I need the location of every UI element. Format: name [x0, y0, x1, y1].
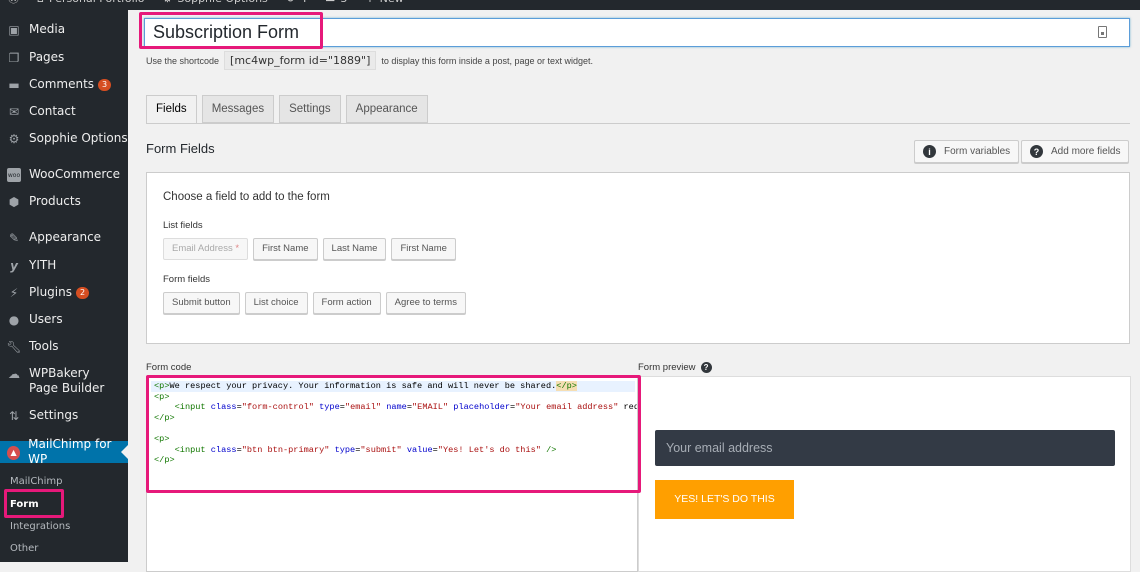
form-title-input[interactable]: Subscription Form	[144, 18, 1130, 47]
sidebar-item-plugins[interactable]: ⚡ Plugins 2	[0, 285, 128, 300]
admin-bar-comments[interactable]: ▬3	[325, 0, 347, 4]
sidebar-item-woocommerce[interactable]: woo WooCommerce	[0, 167, 128, 182]
sidebar-item-yith[interactable]: y YITH	[0, 258, 128, 273]
wrench-icon: 🔧︎	[6, 340, 22, 354]
admin-bar-site[interactable]: ⌂Personal Portfolio	[37, 0, 145, 4]
code-line: <p>	[154, 433, 170, 444]
comments-count-badge: 3	[98, 79, 112, 91]
code-lines: <p>We respect your privacy. Your informa…	[151, 381, 637, 466]
code-line: </p>	[154, 455, 175, 466]
admin-bar-new[interactable]: +New	[365, 0, 403, 4]
envelope-icon: ✉	[8, 105, 20, 119]
admin-bar: Ⓦ ⌂Personal Portfolio ⚙Sopphie Options ↻…	[0, 0, 1140, 10]
admin-bar-wordpress[interactable]: Ⓦ	[8, 0, 19, 4]
autofill-icon[interactable]	[1098, 26, 1107, 38]
sidebar-item-media[interactable]: ▣ Media	[0, 22, 128, 37]
code-line: <input class="form-control" type="email"…	[174, 402, 637, 413]
list-fields-label: List fields	[163, 220, 203, 231]
section-title: Form Fields	[146, 141, 215, 156]
submenu-item-other[interactable]: Other	[10, 543, 38, 554]
sidebar-item-appearance[interactable]: ✎ Appearance	[0, 230, 128, 245]
gear-icon: ⚙	[163, 0, 173, 4]
comments-icon: ▬	[8, 78, 20, 92]
form-fields-label: Form fields	[163, 274, 210, 285]
add-more-fields-button[interactable]: ? Add more fields	[1021, 140, 1130, 163]
code-line: <p>We respect your privacy. Your informa…	[151, 381, 635, 392]
code-line: <p>	[154, 391, 170, 402]
field-button-first-name-2[interactable]: First Name	[391, 238, 456, 260]
sidebar-item-pages[interactable]: ❐ Pages	[0, 50, 128, 65]
code-line: <input class="btn btn-primary" type="sub…	[174, 444, 557, 455]
gear-icon: ⚙	[8, 132, 20, 146]
yith-icon: y	[10, 259, 18, 273]
sidebar-item-wpbakery[interactable]: ☁ WPBakery Page Builder	[0, 366, 128, 396]
form-fields-buttons: Submit button List choice Form action Ag…	[163, 292, 466, 314]
form-tabs: Fields Messages Settings Appearance	[146, 95, 428, 124]
cloud-icon: ☁	[8, 367, 20, 381]
shortcode-row: Use the shortcode [mc4wp_form id="1889"]…	[146, 51, 593, 70]
tabs-divider	[146, 123, 1130, 124]
tab-fields[interactable]: Fields	[146, 95, 197, 124]
sidebar-item-settings[interactable]: ⇅ Settings	[0, 408, 128, 423]
sidebar-item-users[interactable]: ● Users	[0, 312, 128, 327]
field-chooser-panel: Choose a field to add to the form List f…	[146, 172, 1130, 344]
wordpress-icon: Ⓦ	[8, 0, 19, 4]
sidebar-item-contact[interactable]: ✉ Contact	[0, 104, 128, 119]
mailchimp-icon: ▲	[7, 445, 21, 460]
admin-bar-updates[interactable]: ↻4	[286, 0, 307, 4]
help-icon: ?	[1030, 145, 1043, 158]
preview-email-input[interactable]: Your email address	[655, 430, 1115, 466]
user-icon: ●	[8, 313, 20, 327]
field-button-agree-to-terms[interactable]: Agree to terms	[385, 292, 466, 314]
tab-messages[interactable]: Messages	[201, 95, 275, 123]
box-icon: ⬢	[8, 195, 20, 209]
field-button-email-address[interactable]: Email Address *	[163, 238, 249, 260]
field-button-first-name[interactable]: First Name	[253, 238, 318, 260]
submenu-item-integrations[interactable]: Integrations	[10, 521, 70, 532]
sidebar-item-sopphie-options[interactable]: ⚙ Sopphie Options	[0, 131, 128, 146]
field-button-last-name[interactable]: Last Name	[322, 238, 387, 260]
home-icon: ⌂	[37, 0, 44, 4]
form-preview-label: Form preview ?	[638, 362, 712, 373]
submenu-item-form[interactable]: Form	[10, 499, 39, 510]
media-icon: ▣	[8, 23, 20, 37]
sidebar-item-comments[interactable]: ▬ Comments 3	[0, 77, 128, 92]
preview-submit-button[interactable]: YES! LET'S DO THIS	[655, 480, 794, 519]
list-fields-buttons: Email Address * First Name Last Name Fir…	[163, 238, 456, 260]
admin-sidebar: ▣ Media ❐ Pages ▬ Comments 3 ✉ Contact ⚙ …	[0, 10, 128, 562]
comment-icon: ▬	[325, 0, 335, 4]
field-button-form-action[interactable]: Form action	[312, 292, 381, 314]
sliders-icon: ⇅	[8, 409, 20, 423]
updates-icon: ↻	[286, 0, 295, 4]
help-icon[interactable]: ?	[700, 362, 712, 373]
code-line: </p>	[154, 412, 175, 423]
shortcode-value[interactable]: [mc4wp_form id="1889"]	[224, 51, 377, 70]
form-code-editor[interactable]: <p>We respect your privacy. Your informa…	[146, 376, 638, 572]
sidebar-item-tools[interactable]: 🔧︎ Tools	[0, 339, 128, 354]
form-variables-button[interactable]: i Form variables	[914, 140, 1020, 163]
field-button-submit[interactable]: Submit button	[163, 292, 240, 314]
tab-appearance[interactable]: Appearance	[345, 95, 428, 123]
submenu-item-mailchimp[interactable]: MailChimp	[10, 476, 63, 487]
form-preview-panel: Your email address YES! LET'S DO THIS	[638, 376, 1131, 572]
admin-bar-theme-options[interactable]: ⚙Sopphie Options	[163, 0, 268, 4]
tab-settings[interactable]: Settings	[279, 95, 341, 123]
pages-icon: ❐	[8, 51, 20, 65]
main-content: Subscription Form Use the shortcode [mc4…	[128, 10, 1140, 572]
info-icon: i	[923, 145, 936, 158]
field-button-list-choice[interactable]: List choice	[244, 292, 308, 314]
paintbrush-icon: ✎	[8, 231, 20, 245]
sidebar-item-mailchimp-for-wp[interactable]: ▲ MailChimp for WP	[0, 437, 128, 466]
plus-icon: +	[365, 0, 374, 4]
sidebar-item-products[interactable]: ⬢ Products	[0, 194, 128, 209]
form-code-label: Form code	[146, 362, 192, 373]
woocommerce-icon: woo	[7, 168, 21, 182]
choose-field-heading: Choose a field to add to the form	[163, 191, 330, 203]
plugins-count-badge: 2	[75, 287, 90, 299]
plug-icon: ⚡	[9, 286, 19, 300]
